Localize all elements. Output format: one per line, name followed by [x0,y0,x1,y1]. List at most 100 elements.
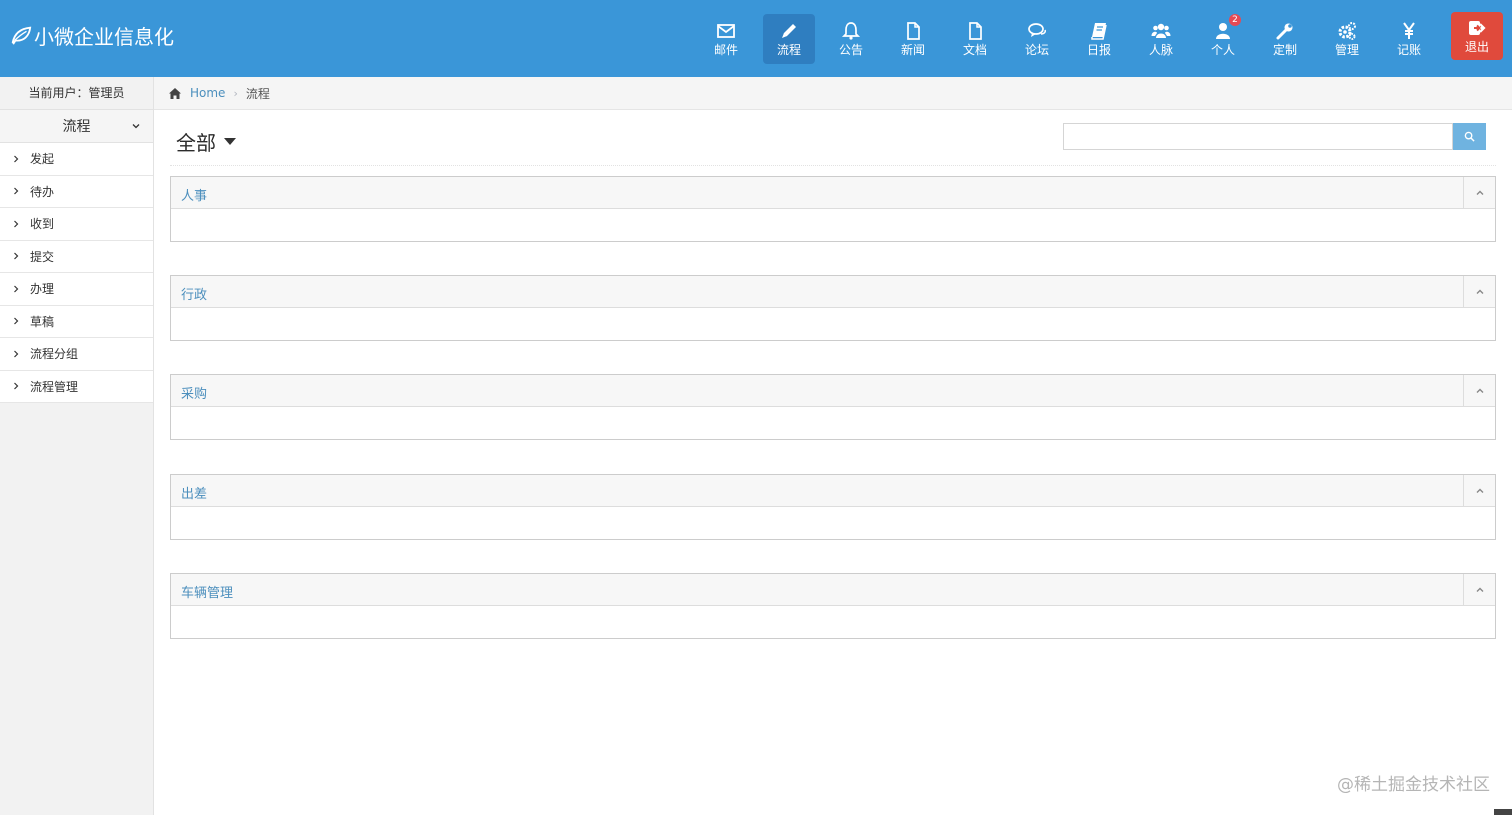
sidebar-item-handle[interactable]: 办理 [0,273,153,306]
panel-travel: 出差 [170,474,1496,540]
panel-vehicles: 车辆管理 [170,573,1496,639]
panel-body [171,606,1495,638]
book-icon [1091,23,1107,40]
nav-forum[interactable]: 论坛 [1011,14,1063,64]
panel-header: 出差 [171,475,1495,507]
panel-title[interactable]: 行政 [181,284,207,303]
chevron-up-icon [1476,190,1483,195]
home-icon [169,87,181,99]
breadcrumb-home-link[interactable]: Home [190,86,225,100]
chevron-right-icon [14,350,19,358]
collapse-button[interactable] [1463,276,1495,307]
sidebar-item-received[interactable]: 收到 [0,208,153,241]
nav-admin[interactable]: 管理 [1321,14,1373,64]
collapse-button[interactable] [1463,574,1495,605]
scope-dropdown[interactable]: 全部 [176,127,236,156]
nav-label: 定制 [1272,43,1297,57]
page-header: 全部 [170,110,1496,166]
nav-mail[interactable]: 邮件 [700,14,752,64]
envelope-icon [717,24,735,38]
panel-title[interactable]: 车辆管理 [181,582,233,601]
search-input[interactable] [1063,123,1453,150]
collapse-button[interactable] [1463,375,1495,406]
caret-down-icon [224,138,236,145]
nav-label: 论坛 [1024,43,1049,57]
nav-label: 公告 [838,43,863,57]
sidebar-item-drafts[interactable]: 草稿 [0,305,153,338]
nav-contacts[interactable]: 人脉 [1135,14,1187,64]
nav-personal[interactable]: 个人 2 [1197,14,1249,64]
top-navbar: 小微企业信息化 邮件 流程 公告 新闻 文档 论坛 日报 人脉 个人 2 定制 … [0,0,1512,77]
logout-label: 退出 [1464,40,1489,54]
yen-icon [1403,22,1415,39]
sidebar-item-flow-admin[interactable]: 流程管理 [0,370,153,403]
panel-body [171,407,1495,439]
cogs-icon [1338,22,1356,40]
sidebar-section-flow[interactable]: 流程 [0,110,153,143]
sidebar-item-label: 草稿 [30,314,55,329]
nav-label: 人脉 [1148,43,1173,57]
nav-docs[interactable]: 文档 [949,14,1001,64]
nav-daily[interactable]: 日报 [1073,14,1125,64]
chevron-right-icon [14,252,19,260]
sidebar-item-label: 发起 [30,152,55,167]
comments-icon [1028,23,1046,37]
panel-title[interactable]: 采购 [181,383,207,402]
sidebar-item-launch[interactable]: 发起 [0,143,153,176]
brand[interactable]: 小微企业信息化 [10,20,174,50]
search-icon [1464,131,1475,142]
sidebar-item-label: 收到 [30,217,55,232]
pencil-icon [782,24,796,38]
chevron-right-icon [14,382,19,390]
nav-label: 个人 [1210,43,1235,57]
search-bar [1063,123,1486,150]
panel-header: 人事 [171,177,1495,209]
chevron-up-icon [1476,388,1483,393]
chevron-right-icon [14,285,19,293]
nav-label: 管理 [1334,43,1359,57]
collapse-button[interactable] [1463,475,1495,506]
collapse-button[interactable] [1463,177,1495,208]
nav-flow[interactable]: 流程 [763,14,815,64]
chevron-right-icon [14,317,19,325]
panel-header: 行政 [171,276,1495,308]
panel-body [171,507,1495,539]
chevron-right-icon [14,155,19,163]
sidebar-item-label: 流程分组 [30,347,79,362]
breadcrumb-current: 流程 [245,86,270,101]
nav-news[interactable]: 新闻 [887,14,939,64]
panel-admin: 行政 [170,275,1496,341]
nav-custom[interactable]: 定制 [1259,14,1311,64]
sidebar-item-label: 提交 [30,249,55,264]
sidebar-item-label: 待办 [30,184,55,199]
panel-header: 采购 [171,375,1495,407]
logout-button[interactable]: 退出 [1451,12,1503,60]
chevron-up-icon [1476,587,1483,592]
panel-title[interactable]: 人事 [181,185,207,204]
breadcrumb: Home › 流程 [154,77,1512,110]
sign-out-icon [1469,21,1486,35]
panel-hr: 人事 [170,176,1496,242]
corner-bar [1494,809,1512,815]
sidebar-item-label: 流程管理 [30,379,79,394]
chevron-up-icon [1476,488,1483,493]
nav-notice[interactable]: 公告 [825,14,877,64]
chevron-up-icon [1476,289,1483,294]
search-button[interactable] [1453,123,1486,150]
sidebar-item-submitted[interactable]: 提交 [0,240,153,273]
notification-badge: 2 [1229,14,1241,26]
users-icon [1151,23,1171,38]
sidebar-item-todo[interactable]: 待办 [0,175,153,208]
sidebar-item-flow-groups[interactable]: 流程分组 [0,338,153,371]
bell-icon [841,22,861,40]
file-icon [907,22,920,40]
nav-label: 记账 [1396,43,1421,57]
breadcrumb-separator: › [233,86,238,100]
sidebar-section-label: 流程 [62,119,91,135]
watermark: @稀土掘金技术社区 [1337,775,1490,795]
chevron-right-icon [14,187,19,195]
document-icon [969,22,982,40]
nav-ledger[interactable]: 记账 [1383,14,1435,64]
panel-title[interactable]: 出差 [181,483,207,502]
panel-body [171,308,1495,340]
